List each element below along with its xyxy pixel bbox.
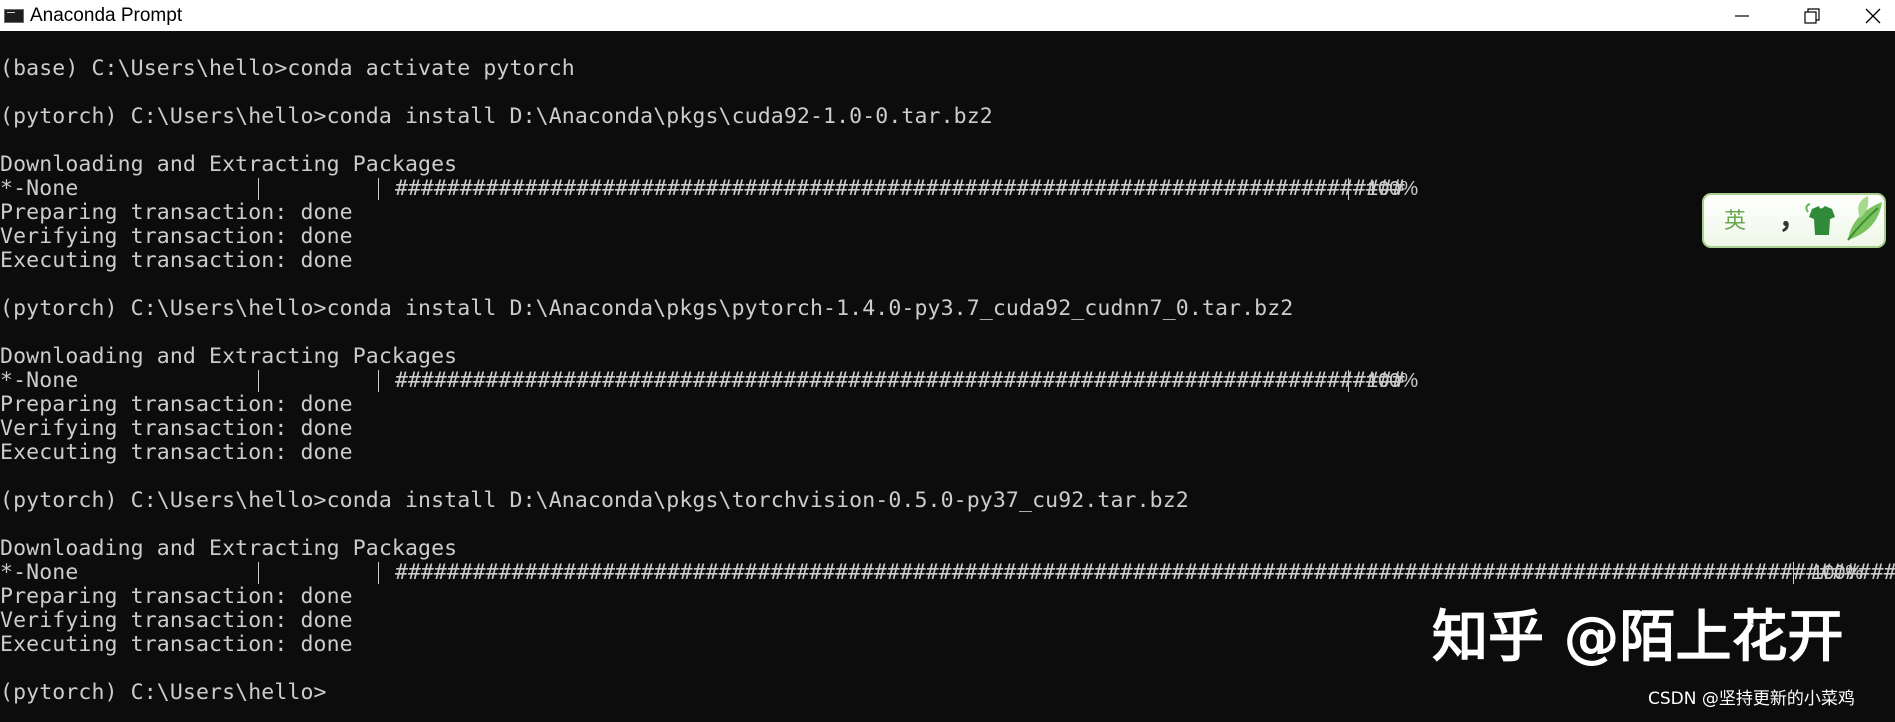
ime-mode-label[interactable]: 英 — [1724, 210, 1746, 234]
progress-divider — [378, 562, 379, 584]
progress-percent: 100% — [1812, 562, 1864, 584]
minimize-icon — [1735, 14, 1749, 17]
console-line: Verifying transaction: done — [0, 224, 353, 249]
csdn-watermark: CSDN @坚持更新的小菜鸡 — [1648, 689, 1855, 709]
ime-toolbar[interactable]: 英 ， — [1702, 193, 1886, 248]
zhihu-watermark: 知乎 @陌上花开 — [1432, 605, 1844, 670]
console-line: Preparing transaction: done — [0, 200, 353, 225]
progress-divider — [258, 562, 259, 584]
progress-bar: ########################################… — [395, 368, 1405, 393]
progress-divider — [1348, 178, 1349, 200]
progress-bar: ########################################… — [395, 176, 1405, 201]
console-line: Preparing transaction: done — [0, 584, 353, 609]
progress-percent: 100% — [1367, 178, 1419, 200]
progress-divider — [258, 370, 259, 392]
progress-divider — [378, 370, 379, 392]
progress-divider — [258, 178, 259, 200]
console-line: Executing transaction: done — [0, 248, 353, 273]
console-icon — [4, 9, 24, 23]
console-line: *-None — [0, 560, 79, 585]
console-line: Executing transaction: done — [0, 632, 353, 657]
console-line: *-None — [0, 176, 79, 201]
close-button[interactable] — [1850, 0, 1895, 31]
console-line: (pytorch) C:\Users\hello>conda install D… — [0, 488, 1189, 513]
console-line: Executing transaction: done — [0, 440, 353, 465]
progress-percent: 100% — [1367, 370, 1419, 392]
leaf-icon — [1847, 196, 1882, 241]
console-line: Verifying transaction: done — [0, 608, 353, 633]
window-title: Anaconda Prompt — [30, 5, 183, 26]
console-line: (base) C:\Users\hello>conda activate pyt… — [0, 56, 575, 81]
console-line: *-None — [0, 368, 79, 393]
title-bar: Anaconda Prompt — [0, 0, 1895, 31]
shirt-icon[interactable] — [1800, 202, 1840, 242]
console-line: Downloading and Extracting Packages — [0, 152, 458, 177]
console-line: Preparing transaction: done — [0, 392, 353, 417]
progress-bar: ########################################… — [395, 560, 1895, 585]
console-line: Verifying transaction: done — [0, 416, 353, 441]
console-line: (pytorch) C:\Users\hello>conda install D… — [0, 104, 993, 129]
restore-icon — [1804, 7, 1820, 24]
console-line: (pytorch) C:\Users\hello> — [0, 680, 327, 705]
progress-divider — [1793, 562, 1794, 584]
console-line: Downloading and Extracting Packages — [0, 344, 458, 369]
progress-divider — [1348, 370, 1349, 392]
minimize-button[interactable] — [1714, 0, 1770, 31]
maximize-button[interactable] — [1784, 0, 1840, 31]
close-icon — [1865, 8, 1880, 23]
progress-divider — [378, 178, 379, 200]
console-line: (pytorch) C:\Users\hello>conda install D… — [0, 296, 1294, 321]
console-line: Downloading and Extracting Packages — [0, 536, 458, 561]
